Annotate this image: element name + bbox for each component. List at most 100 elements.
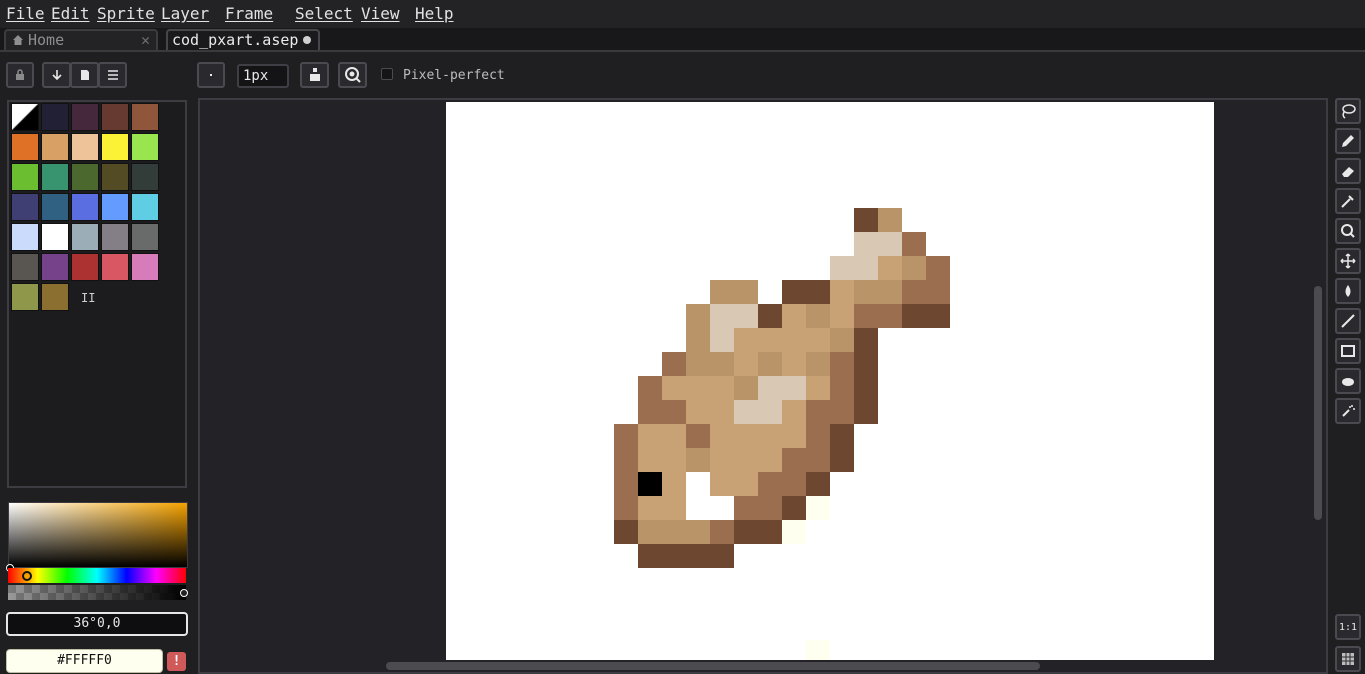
palette-swatch[interactable] bbox=[11, 133, 39, 161]
warning-button[interactable]: ! bbox=[167, 652, 186, 671]
menu-select[interactable]: Select bbox=[295, 4, 353, 23]
fish-sprite bbox=[614, 208, 950, 660]
move-icon bbox=[1340, 253, 1356, 269]
modified-dot-icon[interactable] bbox=[303, 36, 311, 44]
palette-swatch[interactable] bbox=[11, 163, 39, 191]
eraser-icon bbox=[1342, 167, 1354, 177]
arrow-down-icon bbox=[51, 70, 62, 81]
dynamics-button[interactable] bbox=[338, 62, 367, 88]
palette-swatch[interactable] bbox=[11, 193, 39, 221]
palette-swatch[interactable] bbox=[101, 163, 129, 191]
palette-swatch[interactable] bbox=[131, 163, 159, 191]
line-tool-button[interactable] bbox=[1335, 308, 1361, 334]
pixel-perfect-checkbox[interactable] bbox=[381, 68, 393, 80]
palette-swatch[interactable] bbox=[11, 283, 39, 311]
palette-swatch[interactable] bbox=[41, 283, 69, 311]
palette-swatch[interactable] bbox=[41, 223, 69, 251]
ink-bottle-icon bbox=[309, 68, 320, 81]
palette-swatch[interactable] bbox=[101, 223, 129, 251]
palette-swatch[interactable] bbox=[71, 223, 99, 251]
pencil-tool-button[interactable] bbox=[1335, 128, 1361, 154]
pixel-perfect-label: Pixel-perfect bbox=[403, 68, 505, 83]
palette-swatch[interactable] bbox=[41, 193, 69, 221]
eraser-tool-button[interactable] bbox=[1335, 158, 1361, 184]
tab-document-label: cod_pxart.asep bbox=[172, 31, 299, 49]
timeline-icon bbox=[1342, 653, 1354, 665]
palette-swatch[interactable] bbox=[101, 133, 129, 161]
horizontal-scrollbar[interactable] bbox=[386, 662, 1040, 670]
rectangle-tool-button[interactable] bbox=[1335, 338, 1361, 364]
tab-bar: Home ✕ cod_pxart.asep bbox=[0, 28, 1365, 52]
pencil-icon bbox=[1342, 135, 1354, 147]
menu-frame[interactable]: Frame bbox=[225, 4, 273, 23]
palette-swatch-selected[interactable] bbox=[11, 103, 39, 131]
zoom-tool-button[interactable] bbox=[1335, 218, 1361, 244]
dynamics-icon bbox=[344, 67, 361, 83]
move-tool-button[interactable] bbox=[1335, 248, 1361, 274]
document-icon bbox=[80, 70, 89, 80]
close-icon[interactable]: ✕ bbox=[141, 31, 150, 49]
vertical-scrollbar[interactable] bbox=[1314, 286, 1322, 520]
palette-swatch[interactable] bbox=[101, 253, 129, 281]
palette-doc-button[interactable] bbox=[70, 62, 99, 88]
menu-sprite[interactable]: Sprite bbox=[97, 4, 155, 23]
menu-help[interactable]: Help bbox=[415, 4, 454, 23]
palette-swatch[interactable] bbox=[41, 163, 69, 191]
palette-swatch[interactable] bbox=[131, 223, 159, 251]
lasso-tool-button[interactable] bbox=[1335, 98, 1361, 124]
fill-tool-button[interactable] bbox=[1335, 278, 1361, 304]
palette-entries-label: II bbox=[81, 291, 96, 305]
ellipse-tool-button[interactable] bbox=[1335, 368, 1361, 394]
palette-swatch[interactable] bbox=[71, 163, 99, 191]
hex-field[interactable]: #FFFFF0 bbox=[6, 649, 163, 673]
palette-swatch[interactable] bbox=[101, 193, 129, 221]
tab-document[interactable]: cod_pxart.asep bbox=[166, 29, 320, 50]
palette-swatch[interactable] bbox=[131, 253, 159, 281]
zoom-icon bbox=[1341, 224, 1355, 238]
palette-swatch[interactable] bbox=[71, 253, 99, 281]
hamburger-icon bbox=[107, 70, 118, 80]
eyedropper-tool-button[interactable] bbox=[1335, 188, 1361, 214]
menu-edit[interactable]: Edit bbox=[51, 4, 90, 23]
brush-type-button[interactable] bbox=[197, 62, 225, 88]
hue-slider[interactable] bbox=[8, 568, 186, 583]
menu-file[interactable]: File bbox=[6, 4, 45, 23]
palette-menu-button[interactable] bbox=[98, 62, 127, 88]
hue-cursor[interactable] bbox=[22, 571, 32, 581]
menu-view[interactable]: View bbox=[361, 4, 400, 23]
palette-swatch[interactable] bbox=[101, 103, 129, 131]
palette-swatch[interactable] bbox=[41, 103, 69, 131]
tab-home-label: Home bbox=[28, 31, 65, 49]
lasso-icon bbox=[1342, 104, 1356, 119]
ink-button[interactable] bbox=[300, 62, 329, 88]
palette-swatch[interactable] bbox=[71, 193, 99, 221]
line-icon bbox=[1341, 314, 1355, 328]
lock-button[interactable] bbox=[6, 62, 34, 88]
rectangle-icon bbox=[1341, 345, 1355, 357]
palette-swatch[interactable] bbox=[11, 253, 39, 281]
palette-swatch[interactable] bbox=[71, 133, 99, 161]
dot-icon bbox=[210, 74, 212, 76]
timeline-button[interactable] bbox=[1335, 646, 1361, 672]
lock-icon bbox=[16, 69, 24, 80]
palette-swatch[interactable] bbox=[71, 103, 99, 131]
menu-layer[interactable]: Layer bbox=[161, 4, 209, 23]
brush-size-field[interactable]: 1px bbox=[237, 64, 289, 88]
alpha-slider[interactable] bbox=[8, 585, 186, 600]
palette-swatch[interactable] bbox=[131, 133, 159, 161]
ellipse-icon bbox=[1342, 378, 1354, 386]
saturation-value-picker[interactable] bbox=[8, 502, 188, 568]
zoom-1-1-button[interactable]: 1:1 bbox=[1335, 614, 1361, 640]
hsv-field[interactable]: 36°0,0 bbox=[6, 612, 188, 636]
palette-swatch[interactable] bbox=[131, 193, 159, 221]
palette-swatch[interactable] bbox=[11, 223, 39, 251]
fill-icon bbox=[1345, 285, 1351, 297]
tab-home[interactable]: Home ✕ bbox=[4, 29, 158, 50]
palette-swatch[interactable] bbox=[41, 133, 69, 161]
spray-tool-button[interactable] bbox=[1335, 398, 1361, 424]
sprite-canvas[interactable] bbox=[446, 102, 1214, 660]
palette-swatch[interactable] bbox=[131, 103, 159, 131]
sort-down-button[interactable] bbox=[42, 62, 71, 88]
alpha-cursor[interactable] bbox=[180, 589, 188, 597]
palette-swatch[interactable] bbox=[41, 253, 69, 281]
